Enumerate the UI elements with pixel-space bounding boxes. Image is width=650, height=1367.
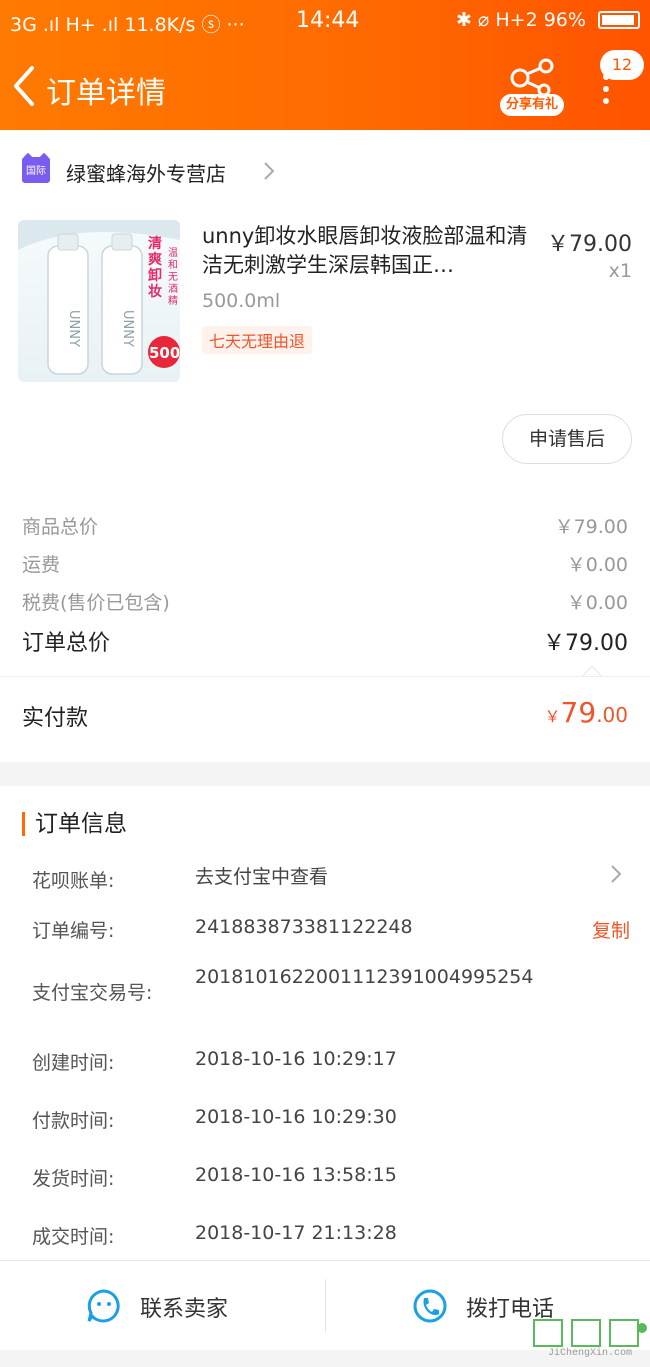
info-label: 付款时间: bbox=[32, 1110, 115, 1132]
chevron-right-icon bbox=[611, 865, 622, 883]
copy-button[interactable]: 复制 bbox=[592, 916, 630, 943]
store-name: 绿蜜蜂海外专营店 bbox=[66, 162, 226, 186]
battery-icon bbox=[598, 11, 640, 29]
share-label: 分享有礼 bbox=[500, 94, 564, 116]
indicator-icons: ✱ ⌀ H+2 bbox=[455, 9, 538, 31]
chevron-left-icon bbox=[14, 66, 34, 106]
volume-badge-text: 500 bbox=[149, 344, 180, 362]
share-icon bbox=[510, 58, 554, 96]
system-indicators: ✱ ⌀ H+2 96% bbox=[456, 9, 640, 31]
paid-integer: 79 bbox=[560, 696, 597, 729]
product-image-slogan: 清爽卸妆 bbox=[148, 236, 162, 300]
contact-seller-label: 联系卖家 bbox=[140, 1297, 229, 1322]
paid-decimal: .00 bbox=[596, 703, 628, 727]
info-value: 2018-10-16 10:29:17 bbox=[195, 1048, 397, 1070]
product-image-subslogan: 温和无酒精 bbox=[168, 248, 178, 307]
info-label: 发货时间: bbox=[32, 1168, 115, 1190]
product-price: ￥79.00 bbox=[547, 232, 632, 257]
brand-text: UNNY bbox=[120, 310, 135, 347]
product-title[interactable]: unny卸妆水眼唇卸妆液脸部温和清洁无刺激学生深层韩国正… bbox=[202, 222, 532, 280]
order-info-title: 订单信息 bbox=[22, 812, 127, 836]
paid-currency: ￥ bbox=[544, 707, 561, 726]
more-menu-button[interactable] bbox=[598, 74, 614, 114]
info-label: 订单编号: bbox=[32, 920, 115, 942]
status-bar: 3G .ıl H+ .ıl 11.8K/s ⓢ ··· 14:44 ✱ ⌀ H+… bbox=[0, 0, 650, 44]
product-image[interactable]: UNNY UNNY 500 清爽卸妆 温和无酒精 bbox=[18, 220, 180, 382]
order-total-value: ￥79.00 bbox=[543, 631, 628, 656]
store-link[interactable]: 国际 绿蜜蜂海外专营店 bbox=[0, 150, 650, 194]
phone-icon bbox=[413, 1289, 447, 1323]
shipping-label: 运费 bbox=[22, 554, 61, 576]
return-policy-tag: 七天无理由退 bbox=[202, 326, 313, 354]
info-value: 去支付宝中查看 bbox=[195, 866, 329, 888]
message-count-badge: 12 bbox=[600, 50, 644, 80]
goods-total-row: 商品总价 ￥79.00 bbox=[22, 512, 628, 539]
watermark: JiChengXin.com bbox=[532, 1318, 650, 1367]
paid-amount: ￥79.00 bbox=[545, 696, 628, 729]
divider bbox=[0, 676, 650, 677]
watermark-text: JiChengXin.com bbox=[548, 1348, 633, 1359]
watermark-logo bbox=[533, 1319, 647, 1347]
goods-total-value: ￥79.00 bbox=[554, 516, 628, 538]
after-sale-button[interactable]: 申请售后 bbox=[502, 414, 632, 464]
chevron-right-icon bbox=[264, 162, 275, 180]
product-spec: 500.0ml bbox=[202, 290, 281, 312]
battery-percent: 96% bbox=[543, 9, 586, 31]
info-label: 成交时间: bbox=[32, 1226, 115, 1248]
tax-value: ￥0.00 bbox=[566, 592, 628, 614]
dot-icon bbox=[603, 86, 609, 92]
share-button[interactable]: 分享有礼 bbox=[500, 56, 564, 118]
info-label: 支付宝交易号: bbox=[32, 982, 153, 1004]
order-total-row: 订单总价 ￥79.00 bbox=[22, 625, 628, 657]
dot-icon bbox=[603, 98, 609, 104]
header: 3G .ıl H+ .ıl 11.8K/s ⓢ ··· 14:44 ✱ ⌀ H+… bbox=[0, 0, 650, 130]
tmall-global-icon: 国际 bbox=[22, 157, 50, 183]
goods-total-label: 商品总价 bbox=[22, 516, 99, 538]
brand-text: UNNY bbox=[66, 310, 81, 347]
paid-label: 实付款 bbox=[22, 706, 89, 731]
tax-row: 税费(售价已包含) ￥0.00 bbox=[22, 588, 628, 615]
back-button[interactable] bbox=[10, 64, 40, 108]
alipay-trade-number: 2018101622001112391004995254 bbox=[195, 966, 534, 988]
navbar: 订单详情 分享有礼 bbox=[0, 56, 650, 122]
info-label: 创建时间: bbox=[32, 1052, 115, 1074]
clock: 14:44 bbox=[296, 8, 360, 33]
network-status: 3G .ıl H+ .ıl 11.8K/s ⓢ ··· bbox=[10, 14, 245, 36]
paid-amount-row: 实付款 ￥79.00 bbox=[22, 696, 628, 732]
contact-seller-button[interactable]: 联系卖家 bbox=[0, 1261, 325, 1351]
info-value: 2018-10-16 10:29:30 bbox=[195, 1106, 397, 1128]
shipping-row: 运费 ￥0.00 bbox=[22, 550, 628, 577]
chat-icon bbox=[87, 1289, 120, 1323]
info-value: 2018-10-16 13:58:15 bbox=[195, 1164, 397, 1186]
info-value: 2018-10-17 21:13:28 bbox=[195, 1222, 397, 1244]
shipping-value: ￥0.00 bbox=[566, 554, 628, 576]
order-number: 241883873381122248 bbox=[195, 916, 413, 938]
order-total-label: 订单总价 bbox=[22, 631, 111, 656]
info-label: 花呗账单: bbox=[32, 870, 115, 892]
product-quantity: x1 bbox=[608, 260, 632, 282]
page-title: 订单详情 bbox=[46, 76, 166, 111]
tax-label: 税费(售价已包含) bbox=[22, 592, 170, 614]
